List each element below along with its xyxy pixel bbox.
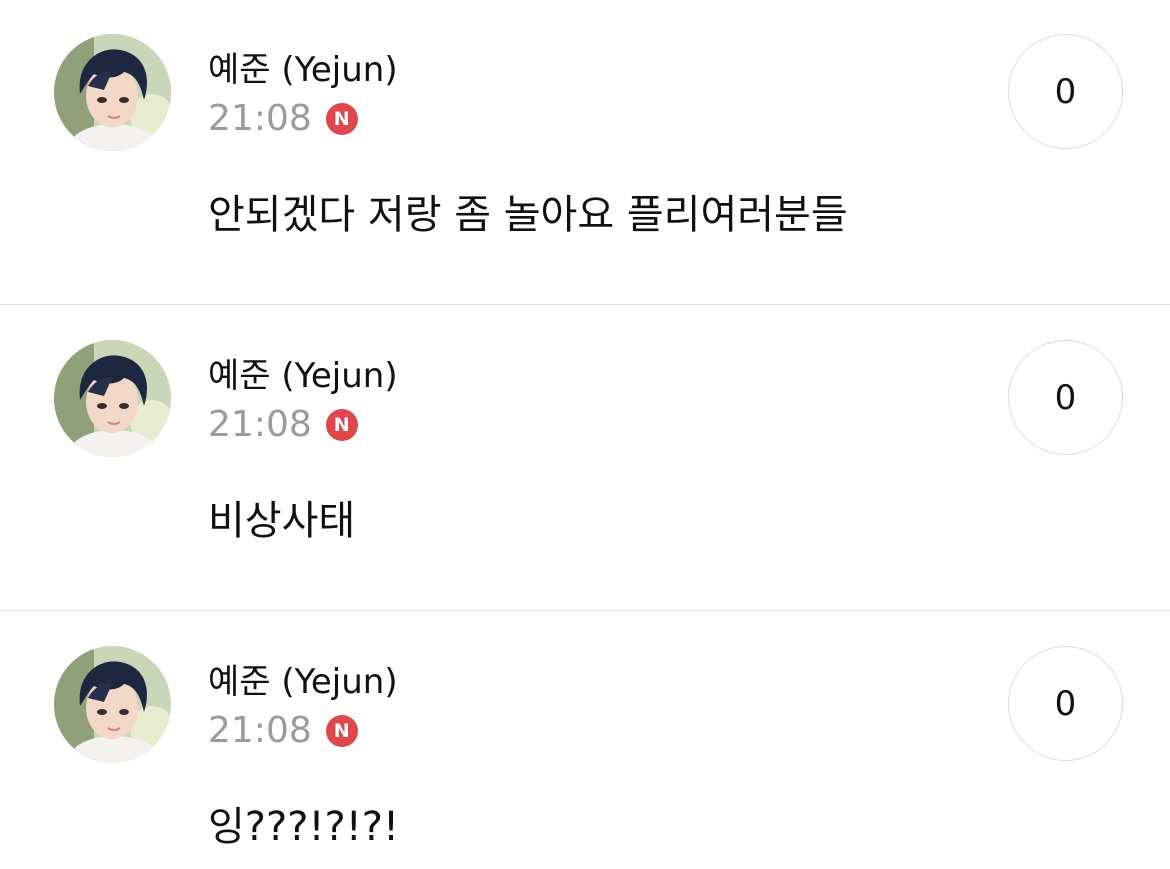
post-time: 21:08 <box>208 404 312 445</box>
message-text: 잉???!?!?! <box>208 804 400 850</box>
message-text: 안되겠다 저랑 좀 놀아요 플리여러분들 <box>208 192 848 238</box>
avatar[interactable] <box>54 646 171 763</box>
reply-count-button[interactable]: 0 <box>1008 34 1123 149</box>
avatar-illustration <box>54 340 171 457</box>
new-badge: N <box>325 103 358 135</box>
author-name: 예준 (Yejun) <box>208 50 398 90</box>
avatar-illustration <box>54 646 171 763</box>
reply-count-button[interactable]: 0 <box>1008 646 1123 761</box>
post-item: 예준 (Yejun) 21:08 N 0 비상사태 <box>0 306 1170 611</box>
post-meta: 21:08 N <box>208 708 358 754</box>
message-text: 비상사태 <box>208 498 356 544</box>
avatar-illustration <box>54 34 171 151</box>
new-badge: N <box>325 409 358 441</box>
avatar[interactable] <box>54 34 171 151</box>
author-name: 예준 (Yejun) <box>208 662 398 702</box>
message-feed: 예준 (Yejun) 21:08 N 0 안되겠다 저랑 좀 놀아요 플리여러분… <box>0 0 1170 869</box>
reply-count-button[interactable]: 0 <box>1008 340 1123 455</box>
post-meta: 21:08 N <box>208 402 358 448</box>
author-name: 예준 (Yejun) <box>208 356 398 396</box>
post-item: 예준 (Yejun) 21:08 N 0 잉???!?!?! <box>0 612 1170 869</box>
post-meta: 21:08 N <box>208 96 358 142</box>
post-time: 21:08 <box>208 710 312 751</box>
avatar[interactable] <box>54 340 171 457</box>
post-time: 21:08 <box>208 98 312 139</box>
new-badge: N <box>325 715 358 747</box>
post-item: 예준 (Yejun) 21:08 N 0 안되겠다 저랑 좀 놀아요 플리여러분… <box>0 0 1170 305</box>
